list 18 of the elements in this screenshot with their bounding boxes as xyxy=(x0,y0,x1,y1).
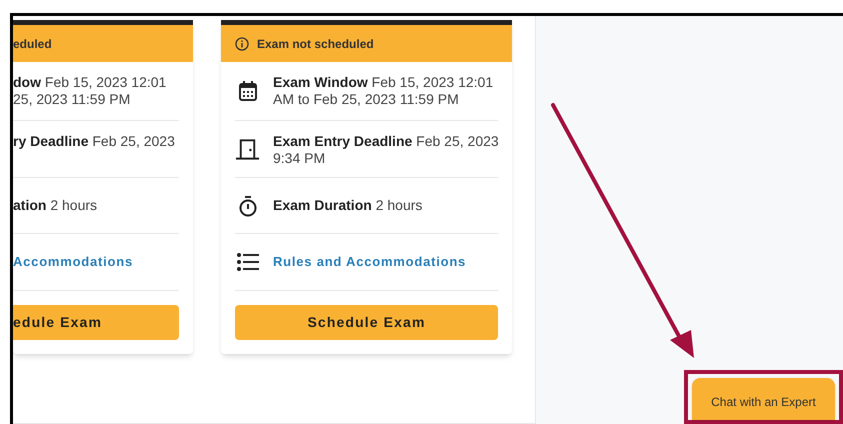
status-text: eduled xyxy=(13,36,52,52)
calendar-icon xyxy=(238,80,258,102)
info-icon xyxy=(235,36,249,50)
exam-detail-text: Exam Duration 2 hours xyxy=(273,197,422,214)
door-icon xyxy=(235,138,260,160)
chat-button[interactable]: Chat with an Expert xyxy=(692,378,835,420)
stopwatch-icon xyxy=(238,194,258,216)
exam-detail-text: Exam Entry Deadline Feb 25, 2023 9:34 PM xyxy=(273,133,499,165)
exam-detail-text: ry Deadline Feb 25, 2023 xyxy=(13,133,175,151)
schedule-exam-button[interactable]: Schedule Exam xyxy=(235,305,498,340)
exam-detail-text: Exam Window Feb 15, 2023 12:01 AM to Feb 25, 2023 11:59 PM xyxy=(273,74,494,108)
rules-link[interactable]: Rules and Accommodations xyxy=(273,252,466,272)
list-icon xyxy=(236,253,258,271)
exam-detail-text: ation 2 hours xyxy=(13,197,98,214)
schedule-exam-button[interactable]: edule Exam xyxy=(13,305,179,340)
rules-link[interactable]: Accommodations xyxy=(13,252,133,272)
status-text: Exam not scheduled xyxy=(257,36,374,52)
exam-detail-text: dow Feb 15, 2023 12:01 25, 2023 11:59 PM xyxy=(13,74,166,108)
